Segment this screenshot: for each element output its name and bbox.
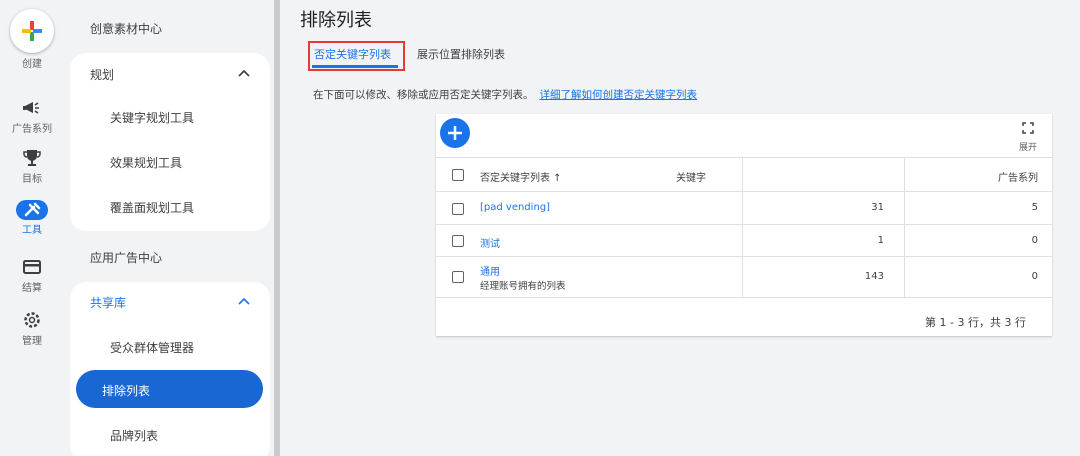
nav-item-app-ads-center[interactable]: 应用广告中心 [90,249,162,266]
rail-label: 目标 [22,174,42,185]
column-divider [742,158,743,192]
campaign-count: 0 [1031,271,1038,282]
negative-keyword-table: 展开 否定关键字列表 ↑ 关键字 广告系列 [pad vending] 31 5… [436,114,1052,336]
page-title: 排除列表 [300,10,372,31]
keyword-count: 143 [864,271,884,282]
nav-item-keyword-planner[interactable]: 关键字规划工具 [110,109,194,126]
list-name-link[interactable]: [pad vending] [480,202,550,213]
shared-library-header[interactable]: 共享库 [90,294,126,311]
row-checkbox[interactable] [452,235,464,247]
column-divider [904,225,905,257]
column-divider [742,257,743,298]
nav-item-performance-planner[interactable]: 效果规划工具 [110,154,182,171]
rail-item-billing[interactable]: 结算 [0,257,64,294]
rail-item-admin[interactable]: 管理 [0,310,64,347]
gear-icon [24,312,40,328]
nav-item-reach-planner[interactable]: 覆盖面规划工具 [110,199,194,216]
megaphone-icon [23,102,39,114]
keyword-count: 1 [877,235,884,246]
chevron-up-icon[interactable] [238,297,250,305]
planning-card: 规划 关键字规划工具 效果规划工具 覆盖面规划工具 [70,53,270,231]
table-row: [pad vending] 31 5 [436,191,1052,225]
campaign-count: 5 [1031,202,1038,213]
nav-item-exclusion-lists[interactable]: 排除列表 [76,370,263,408]
rail-label: 工具 [22,225,42,236]
planning-header[interactable]: 规划 [90,66,114,83]
rail-label: 结算 [22,283,42,294]
nav-item-audience-manager[interactable]: 受众群体管理器 [110,339,194,356]
table-row: 测试 1 0 [436,224,1052,257]
learn-more-link[interactable]: 详细了解如何创建否定关键字列表 [540,89,698,101]
shared-library-card: 共享库 受众群体管理器 品牌列表 [70,282,270,456]
main-content: 排除列表 否定关键字列表 展示位置排除列表 在下面可以修改、移除或应用否定关键字… [280,0,1080,456]
column-divider [742,225,743,257]
column-divider [904,257,905,298]
plus-icon [448,126,462,140]
select-all-checkbox[interactable] [452,169,464,181]
rail-label: 广告系列 [12,124,52,135]
keyword-count: 31 [871,202,884,213]
row-checkbox[interactable] [452,271,464,283]
chevron-up-icon[interactable] [238,69,250,77]
pagination-text: 第 1 - 3 行，共 3 行 [925,316,1026,329]
expand-label[interactable]: 展开 [1019,140,1037,153]
column-divider [904,158,905,192]
highlight-box [308,41,405,71]
description-text: 在下面可以修改、移除或应用否定关键字列表。 详细了解如何创建否定关键字列表 [313,87,697,102]
nav-item-creative-center[interactable]: 创意素材中心 [90,20,162,37]
col-header-list-name[interactable]: 否定关键字列表 ↑ [480,169,562,184]
add-list-button[interactable] [440,118,470,148]
nav-item-brand-lists[interactable]: 品牌列表 [110,427,158,444]
rail-item-campaigns[interactable]: 广告系列 [0,98,64,135]
table-header: 否定关键字列表 ↑ 关键字 广告系列 [436,157,1052,192]
fullscreen-icon[interactable] [1022,122,1034,134]
left-rail: 创建 广告系列 目标 工具 结算 管理 [0,0,62,456]
description: 在下面可以修改、移除或应用否定关键字列表。 [313,89,534,101]
table-row: 通用 经理账号拥有的列表 143 0 [436,256,1052,298]
row-checkbox[interactable] [452,203,464,215]
column-divider [904,192,905,225]
list-name-link[interactable]: 通用 [480,263,500,278]
plus-color-icon [22,21,42,41]
trophy-icon [23,150,41,166]
column-divider [742,192,743,225]
campaign-count: 0 [1031,235,1038,246]
credit-card-icon [23,260,41,274]
col-header-campaigns[interactable]: 广告系列 [998,169,1038,184]
list-name-link[interactable]: 测试 [480,235,500,250]
rail-label: 管理 [22,336,42,347]
rail-item-tools[interactable]: 工具 [0,200,64,236]
list-owner-note: 经理账号拥有的列表 [480,281,566,292]
tools-icon [16,200,48,220]
create-button[interactable] [10,9,54,53]
create-label: 创建 [22,59,42,70]
table-bottom-border [436,297,1052,298]
col-header-keywords[interactable]: 关键字 [676,169,706,184]
rail-item-goals[interactable]: 目标 [0,148,64,185]
tab-placement-exclusion-lists[interactable]: 展示位置排除列表 [417,46,505,62]
nav-item-label: 排除列表 [102,384,151,398]
